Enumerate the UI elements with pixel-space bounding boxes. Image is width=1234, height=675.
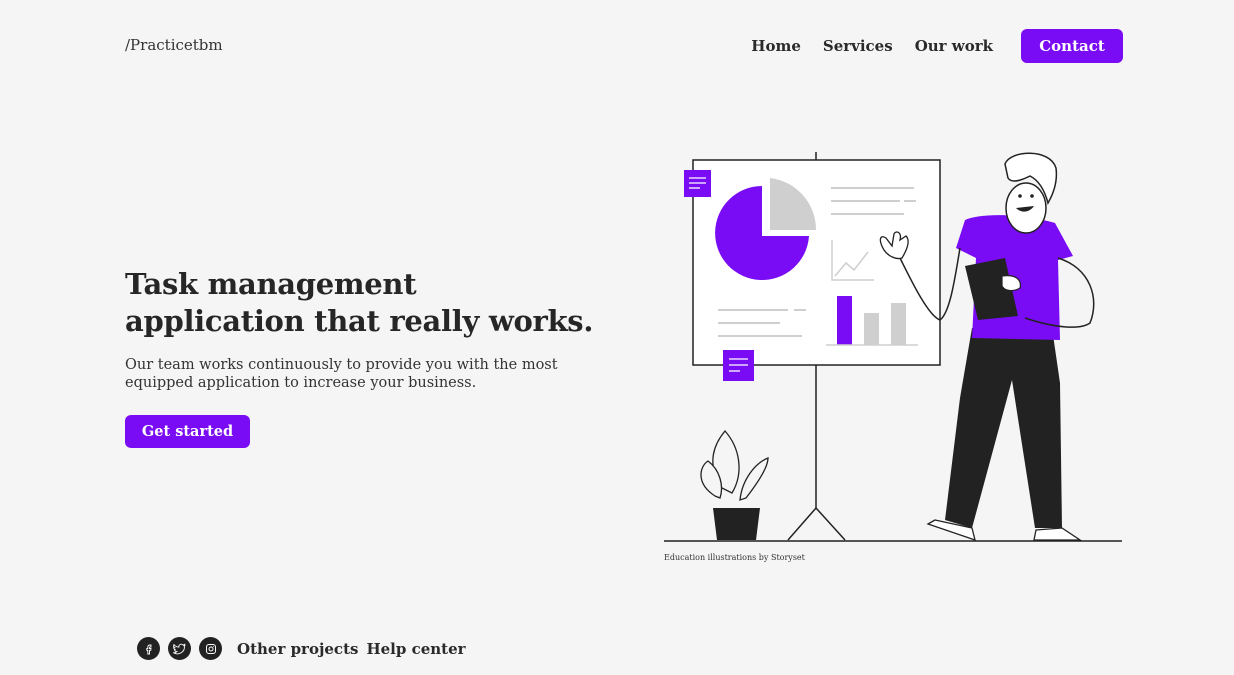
main-nav: Home Services Our work Contact (751, 29, 1123, 63)
facebook-icon[interactable] (137, 637, 160, 660)
instagram-icon[interactable] (199, 637, 222, 660)
twitter-icon[interactable] (168, 637, 191, 660)
footer-links: Other projects Help center (237, 640, 466, 658)
get-started-button[interactable]: Get started (125, 415, 250, 448)
other-projects-link[interactable]: Other projects (237, 640, 358, 658)
nav-services-link[interactable]: Services (823, 37, 893, 55)
nav-home-link[interactable]: Home (751, 37, 801, 55)
hero-subtitle: Our team works continuously to provide y… (125, 357, 558, 391)
hero-title: Task management application that really … (125, 267, 594, 338)
presentation-illustration (664, 152, 1122, 542)
contact-button[interactable]: Contact (1021, 29, 1123, 63)
illustration-credit[interactable]: Education illustrations by Storyset (664, 553, 805, 562)
help-center-link[interactable]: Help center (366, 640, 465, 658)
footer: Other projects Help center (137, 637, 466, 660)
nav-our-work-link[interactable]: Our work (915, 37, 993, 55)
site-logo[interactable]: /Practicetbm (125, 36, 223, 54)
